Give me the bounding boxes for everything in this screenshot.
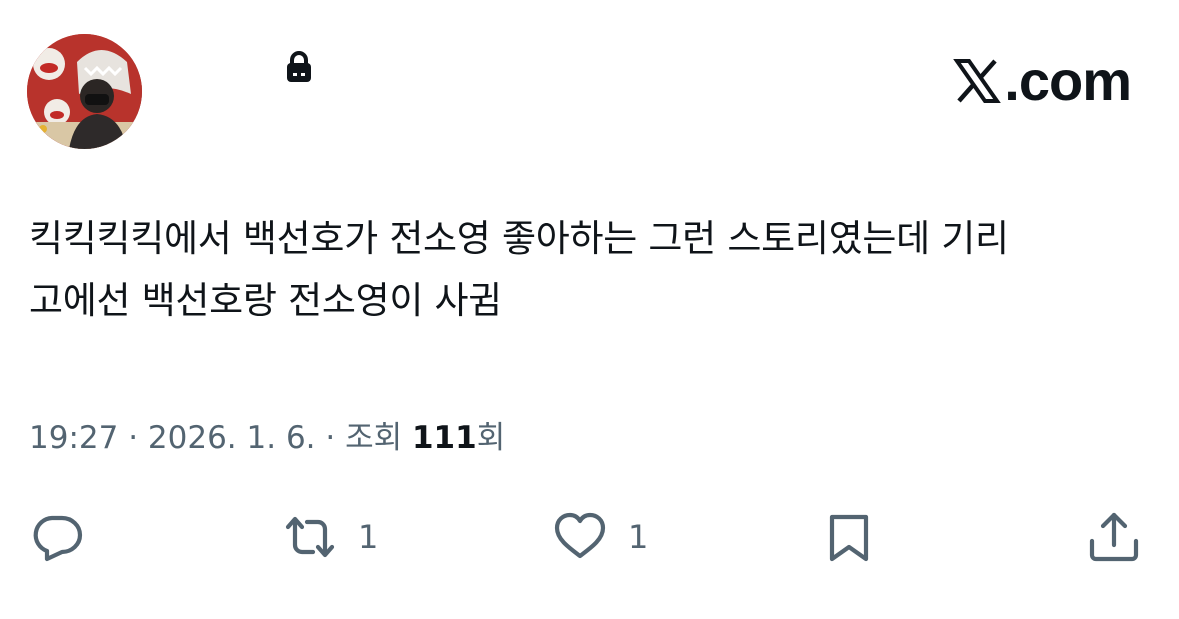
like-count: 1 (628, 518, 649, 556)
brand-domain-text: .com (1004, 48, 1132, 112)
bookmark-button[interactable] (821, 505, 877, 569)
avatar-image (27, 34, 142, 149)
repost-button[interactable]: 1 (282, 505, 378, 569)
meta-separator: · (315, 420, 346, 456)
tweet-meta: 19:27 · 2026. 1. 6. · 조회 111회 (29, 416, 505, 460)
tweet-text-line: 킥킥킥킥에서 백선호가 전소영 좋아하는 그런 스토리였는데 기리 (29, 217, 1009, 260)
meta-separator: · (118, 420, 148, 456)
like-button[interactable]: 1 (552, 505, 648, 569)
reply-icon (33, 515, 83, 562)
bookmark-icon (829, 514, 869, 562)
views-label: 조회 (345, 420, 412, 456)
heart-icon (554, 512, 606, 559)
x-logo-icon (953, 57, 1002, 105)
tweet-time[interactable]: 19:27 (29, 420, 118, 456)
share-icon (1089, 512, 1139, 562)
x-brand: .com (953, 44, 1132, 116)
lock-icon (284, 50, 314, 84)
reply-button[interactable] (29, 505, 85, 569)
views-count: 111 (411, 420, 477, 456)
tweet-text: 킥킥킥킥에서 백선호가 전소영 좋아하는 그런 스토리였는데 기리 고에선 백선… (29, 208, 1159, 332)
tweet-date[interactable]: 2026. 1. 6. (148, 420, 316, 456)
tweet-text-line: 고에선 백선호랑 전소영이 사귐 (29, 279, 503, 322)
repost-icon (285, 516, 335, 558)
share-button[interactable] (1086, 505, 1142, 569)
action-bar: 1 1 (0, 505, 1179, 569)
avatar[interactable] (27, 34, 142, 149)
views-suffix: 회 (476, 420, 506, 456)
repost-count: 1 (358, 518, 379, 556)
